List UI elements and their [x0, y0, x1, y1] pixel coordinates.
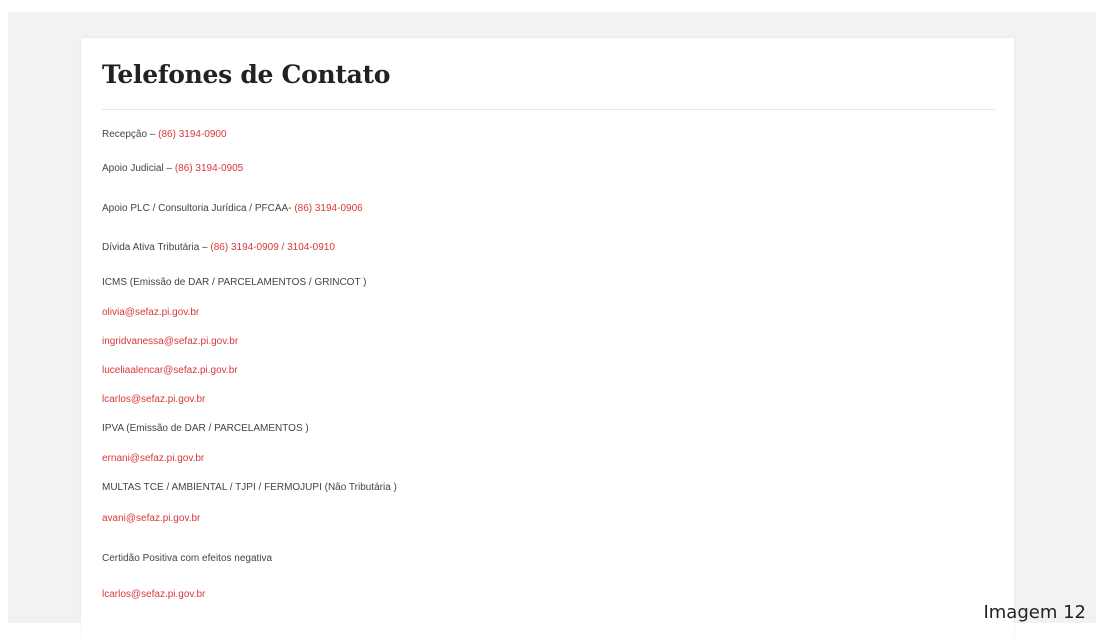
- image-caption: Imagem 12: [983, 602, 1086, 623]
- section-heading-certidao: Certidão Positiva com efeitos negativa: [102, 553, 273, 564]
- contact-apoio-judicial: Apoio Judicial – (86) 3194-0905: [102, 162, 243, 176]
- phone-link[interactable]: (86) 3194-0906: [294, 203, 362, 214]
- phone-link[interactable]: (86) 3194-0909 / 3104-0910: [210, 242, 335, 253]
- contact-label: Apoio PLC / Consultoria Jurídica / PFCAA…: [102, 203, 295, 214]
- email-link[interactable]: lcarlos@sefaz.pi.gov.br: [102, 588, 205, 602]
- email-link[interactable]: avani@sefaz.pi.gov.br: [102, 512, 200, 526]
- content-card: Telefones de Contato Recepção – (86) 319…: [81, 38, 1014, 637]
- email-link[interactable]: ernani@sefaz.pi.gov.br: [102, 452, 204, 466]
- email-link[interactable]: luceliaalencar@sefaz.pi.gov.br: [102, 364, 238, 378]
- contact-label: Recepção –: [102, 129, 159, 140]
- contact-label: Dívida Ativa Tributária –: [102, 242, 211, 253]
- contact-divida-ativa: Dívida Ativa Tributária – (86) 3194-0909…: [102, 241, 335, 255]
- phone-link[interactable]: (86) 3194-0905: [175, 163, 243, 174]
- section-heading-icms: ICMS (Emissão de DAR / PARCELAMENTOS / G…: [102, 277, 367, 288]
- email-link[interactable]: lcarlos@sefaz.pi.gov.br: [102, 393, 205, 407]
- page-title: Telefones de Contato: [102, 60, 391, 89]
- section-heading-multas: MULTAS TCE / AMBIENTAL / TJPI / FERMOJUP…: [102, 482, 397, 493]
- phone-link[interactable]: (86) 3194-0900: [158, 129, 226, 140]
- title-divider: [102, 109, 995, 110]
- contact-recepcao: Recepção – (86) 3194-0900: [102, 128, 227, 142]
- contact-apoio-plc: Apoio PLC / Consultoria Jurídica / PFCAA…: [102, 202, 363, 216]
- section-heading-ipva: IPVA (Emissão de DAR / PARCELAMENTOS ): [102, 423, 309, 434]
- page-background: Telefones de Contato Recepção – (86) 319…: [8, 12, 1096, 637]
- email-link[interactable]: ingridvanessa@sefaz.pi.gov.br: [102, 335, 238, 349]
- email-link[interactable]: olivia@sefaz.pi.gov.br: [102, 306, 199, 320]
- contact-label: Apoio Judicial –: [102, 163, 175, 174]
